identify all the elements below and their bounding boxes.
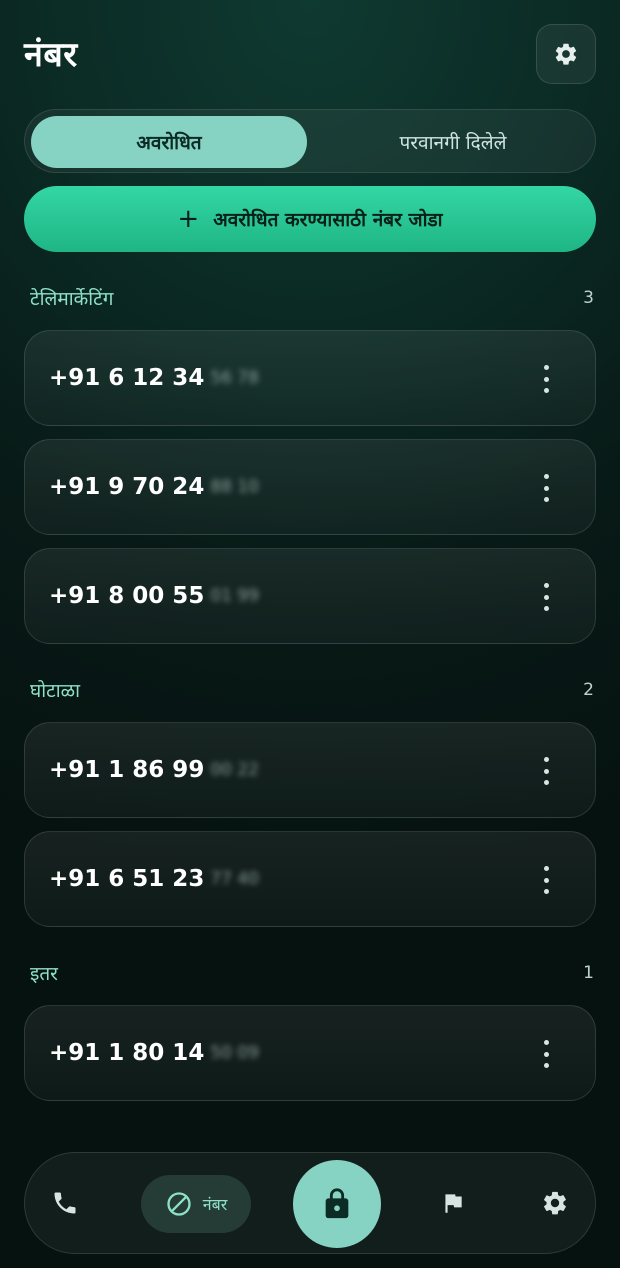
number-card[interactable]: +91 9 70 24 88 10 [24,439,596,535]
more-options-icon[interactable] [533,583,559,611]
block-icon [167,1192,191,1216]
nav-numbers-label: नंबर [202,1195,228,1214]
phone-number-masked: 77 40 [210,869,259,889]
nav-settings[interactable] [533,1181,577,1225]
phone-number-visible: +91 1 80 14 [49,1040,205,1066]
settings-button[interactable] [536,24,596,84]
number-card[interactable]: +91 6 51 23 77 40 [24,831,596,927]
nav-reports[interactable] [431,1181,475,1225]
phone-number-masked: 00 22 [210,760,259,780]
section-count-other: 1 [583,963,594,983]
section-title-telemarketing: टेलिमार्केटिंग [30,288,114,310]
nav-calls[interactable] [43,1181,87,1225]
flag-icon [445,1194,462,1213]
phone-number-visible: +91 1 86 99 [49,757,205,783]
number-card[interactable]: +91 6 12 34 56 78 [24,330,596,426]
phone-number: +91 8 00 55 01 99 [49,583,259,609]
plus-icon: + [177,204,200,234]
section-title-scam: घोटाळा [30,680,81,702]
phone-icon [54,1192,76,1214]
number-card[interactable]: +91 1 86 99 00 22 [24,722,596,818]
phone-number-visible: +91 8 00 55 [49,583,205,609]
gear-icon [555,43,577,65]
phone-number-visible: +91 6 12 34 [49,365,205,391]
lock-icon [325,1188,349,1219]
number-card[interactable]: +91 1 80 14 50 09 [24,1005,596,1101]
add-button-label: अवरोधित करण्यासाठी नंबर जोडा [213,209,443,231]
phone-number-masked: 56 78 [210,368,259,388]
number-card[interactable]: +91 8 00 55 01 99 [24,548,596,644]
nav-numbers[interactable]: नंबर [141,1175,251,1233]
tab-blocked[interactable]: अवरोधित [31,116,307,168]
tab-allowed[interactable]: परवानगी दिलेले [315,116,591,168]
phone-number: +91 6 12 34 56 78 [49,365,259,391]
nav-lock-button[interactable] [293,1160,381,1248]
filter-tabs: अवरोधित परवानगी दिलेले [24,109,596,173]
phone-number: +91 1 80 14 50 09 [49,1040,259,1066]
gear-icon [544,1191,566,1215]
more-options-icon[interactable] [533,1040,559,1068]
phone-number: +91 9 70 24 88 10 [49,474,259,500]
phone-number: +91 6 51 23 77 40 [49,866,259,892]
phone-number-masked: 88 10 [210,477,259,497]
phone-number-visible: +91 9 70 24 [49,474,205,500]
more-options-icon[interactable] [533,365,559,393]
phone-number: +91 1 86 99 00 22 [49,757,259,783]
phone-number-masked: 50 09 [210,1043,259,1063]
add-blocked-number-button[interactable]: + अवरोधित करण्यासाठी नंबर जोडा [24,186,596,252]
section-count-telemarketing: 3 [583,288,594,308]
more-options-icon[interactable] [533,757,559,785]
more-options-icon[interactable] [533,474,559,502]
phone-number-visible: +91 6 51 23 [49,866,205,892]
bottom-navigation: नंबर [24,1152,596,1254]
section-count-scam: 2 [583,680,594,700]
phone-number-masked: 01 99 [210,586,259,606]
page-title: नंबर [24,35,78,75]
section-title-other: इतर [30,963,58,985]
app-header: नंबर [0,0,620,100]
more-options-icon[interactable] [533,866,559,894]
